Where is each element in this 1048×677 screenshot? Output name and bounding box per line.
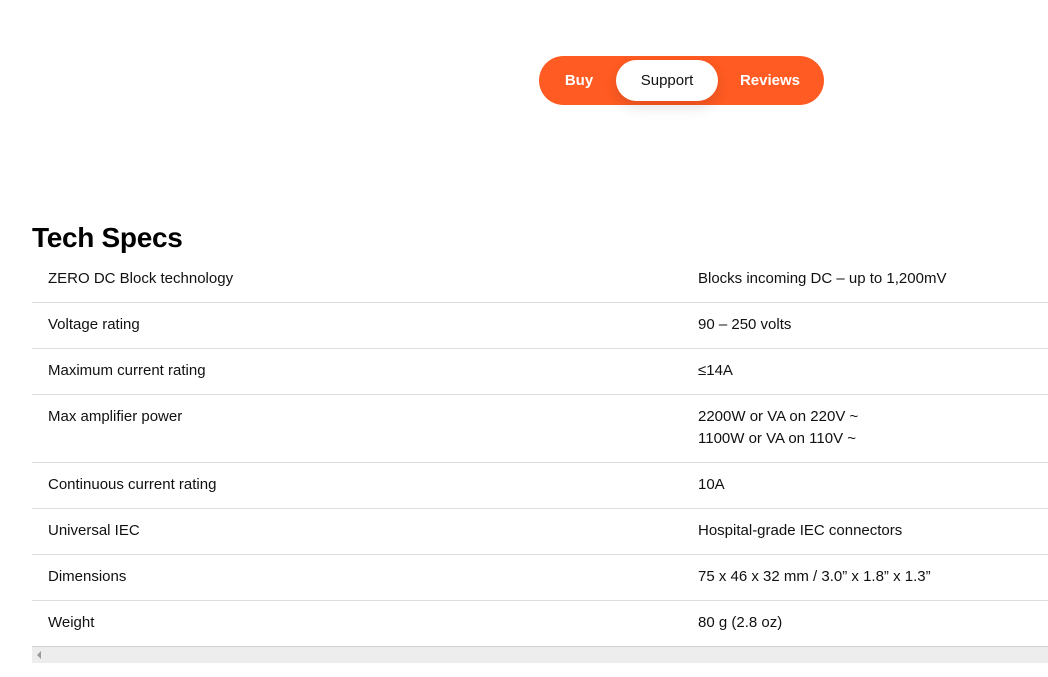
spec-label: Weight [32, 600, 682, 647]
spec-label: Dimensions [32, 554, 682, 601]
spec-value-line: 1100W or VA on 110V ~ [698, 430, 857, 447]
tech-specs-title: Tech Specs [32, 222, 183, 253]
spec-value: 90 – 250 volts [682, 302, 1048, 349]
spec-label: Voltage rating [32, 302, 682, 349]
specs-table: ZERO DC Block technology Blocks incoming… [32, 258, 1048, 647]
tab-reviews[interactable]: Reviews [729, 60, 811, 101]
spec-label: Universal IEC [32, 508, 682, 555]
spec-value: 80 g (2.8 oz) [682, 600, 1048, 647]
spec-label: ZERO DC Block technology [32, 258, 682, 303]
spec-value: Blocks incoming DC – up to 1,200mV [682, 258, 1048, 303]
spec-value: Hospital-grade IEC connectors [682, 508, 1048, 555]
table-row: Dimensions 75 x 46 x 32 mm / 3.0” x 1.8”… [32, 554, 1048, 601]
table-row: Continuous current rating 10A [32, 462, 1048, 509]
spec-label: Maximum current rating [32, 348, 682, 395]
table-row: Weight 80 g (2.8 oz) [32, 600, 1048, 647]
spec-value-line: 2200W or VA on 220V ~ [698, 408, 859, 425]
spec-label: Continuous current rating [32, 462, 682, 509]
spec-value: 75 x 46 x 32 mm / 3.0” x 1.8” x 1.3” [682, 554, 1048, 601]
table-row: Universal IEC Hospital-grade IEC connect… [32, 508, 1048, 555]
spec-label: Max amplifier power [32, 394, 682, 463]
table-row: ZERO DC Block technology Blocks incoming… [32, 258, 1048, 303]
specs-table-container: ZERO DC Block technology Blocks incoming… [32, 258, 1048, 663]
table-row: Maximum current rating ≤14A [32, 348, 1048, 395]
horizontal-scrollbar[interactable] [32, 647, 1048, 663]
table-row: Voltage rating 90 – 250 volts [32, 302, 1048, 349]
spec-value: 2200W or VA on 220V ~ 1100W or VA on 110… [682, 394, 1048, 463]
section-nav: Buy Support Reviews [539, 56, 824, 105]
tab-buy[interactable]: Buy [553, 60, 605, 101]
table-row: Max amplifier power 2200W or VA on 220V … [32, 394, 1048, 463]
spec-value: ≤14A [682, 348, 1048, 395]
scroll-left-arrow-icon[interactable] [37, 651, 41, 659]
spec-value: 10A [682, 462, 1048, 509]
tab-support[interactable]: Support [616, 60, 718, 101]
